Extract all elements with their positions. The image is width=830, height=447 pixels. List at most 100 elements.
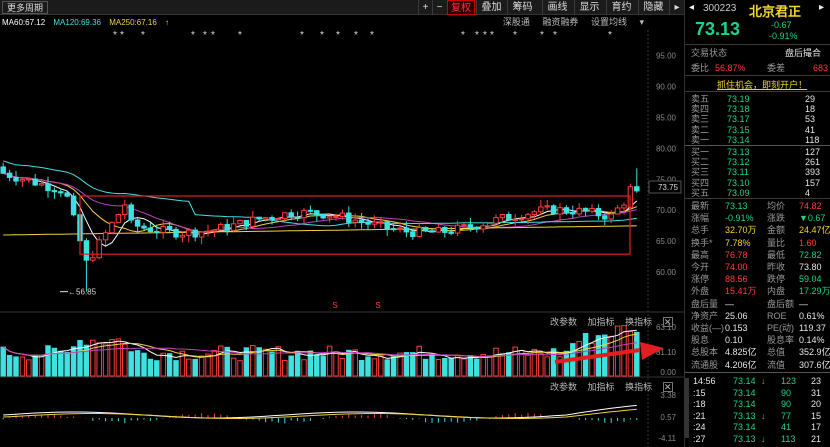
stat-value: —: [725, 298, 734, 309]
event-marker-icon: *: [120, 30, 124, 41]
kline-chart-area[interactable]: 更多周期 + − 复权 叠加 筹码 画线 显示 育约 隐藏 ▸ MA60:67.…: [0, 0, 684, 447]
volume-bar: [19, 356, 26, 377]
tick-price: 73.14: [733, 422, 756, 433]
volume-bar: [461, 358, 467, 377]
trade-status-value: 盘后撮合: [785, 48, 822, 58]
candle-body: [166, 225, 173, 230]
volume-bar: [288, 355, 294, 377]
stat-row: 股息 0.10 股息率 0.14%: [689, 334, 829, 346]
panel-left-arrow-icon[interactable]: ◂: [689, 2, 694, 13]
candle-body: [205, 230, 211, 233]
tick-price: 73.13: [733, 434, 756, 444]
tick-time: :15: [693, 387, 706, 398]
stat-value: 119.37: [799, 323, 826, 333]
event-marker-icon: *: [354, 30, 358, 41]
macd-dea-line: [3, 408, 637, 419]
volume-bar: [544, 356, 550, 377]
trade-status-row: 交易状态 盘后撮合: [689, 47, 829, 59]
candle-body: [397, 227, 403, 230]
stat-label: 跌停: [767, 274, 786, 285]
open-account-link[interactable]: 抓住机会，即刻开户！: [717, 78, 807, 91]
weibi-value: 56.87%: [715, 63, 746, 73]
volume-bar: [416, 345, 422, 377]
volume-bar: [435, 358, 442, 377]
candle-body: [454, 224, 461, 234]
macd-dif-line: [3, 404, 637, 419]
volume-bar: [122, 343, 128, 377]
candle-body: [230, 223, 237, 231]
stat-label: PE(动): [767, 323, 795, 333]
candle-body: [474, 226, 480, 230]
panel-right-arrow-icon[interactable]: ▸: [819, 2, 824, 13]
stat-label: 盘后额: [767, 298, 795, 309]
tick-count: 17: [811, 422, 822, 433]
volume-bar: [454, 355, 461, 377]
candle-body: [339, 212, 346, 217]
volume-bar: [128, 351, 134, 377]
divider: [685, 198, 830, 199]
candle-body: [147, 227, 154, 233]
event-marker-icon: *: [513, 30, 517, 41]
bid-row: 买五 73.09 4: [689, 187, 829, 199]
candle-body: [410, 231, 416, 237]
divider: [685, 91, 830, 92]
stat-row: 外盘 15.41万 内盘 17.29万: [689, 285, 830, 297]
tick-row: :27 73.13 ↓ 113 21: [689, 433, 829, 445]
macd-change-params-button[interactable]: 改参数: [550, 382, 577, 392]
volume-indicator-bar: 改参数 加指标 换指标 ✕: [542, 316, 673, 328]
vol-change-params-button[interactable]: 改参数: [550, 317, 577, 327]
price-change-pct: -0.91%: [769, 31, 798, 41]
volume-bar: [467, 355, 474, 377]
stat-value: 307.6亿: [799, 359, 830, 370]
event-marker-icon: *: [540, 30, 544, 41]
volume-bar: [320, 355, 326, 377]
candle-body: [96, 239, 102, 259]
candle-body: [70, 195, 77, 216]
macd-close-icon[interactable]: ✕: [662, 382, 673, 392]
volume-bar: [634, 331, 640, 377]
tick-price: 73.13: [733, 410, 756, 421]
event-marker-icon: *: [475, 30, 479, 41]
tick-time: 14:56: [693, 376, 716, 386]
volume-bar: [486, 355, 493, 377]
candle-body: [282, 212, 288, 220]
event-marker-icon: *: [113, 30, 117, 41]
candle-body: [403, 227, 410, 233]
macd-add-indicator-button[interactable]: 加指标: [588, 382, 615, 392]
stat-label: 换手*: [691, 237, 713, 248]
volume-bar: [77, 340, 83, 377]
stat-row: 涨幅 -0.91% 涨跌 ▼0.67: [689, 212, 829, 224]
candle-body: [179, 234, 186, 238]
stat-value: 4.206亿: [725, 359, 757, 370]
tick-volume: 41: [781, 422, 792, 433]
tick-time: :27: [693, 434, 706, 444]
candle-body: [525, 213, 531, 220]
candle-body: [38, 183, 45, 186]
stat-row: 最新 73.13 均价 74.82: [689, 200, 829, 212]
stat-label: 内盘: [767, 286, 786, 297]
candle-body: [90, 257, 96, 261]
divider: [685, 372, 830, 373]
stat-value: 4.825亿: [725, 347, 757, 358]
candle-body: [422, 227, 429, 232]
tick-arrow: ↓: [761, 376, 766, 386]
macd-axis-label: -4.11: [658, 434, 676, 443]
stat-label: 今开: [691, 262, 710, 272]
stat-value: 73.13: [725, 201, 748, 211]
stat-value: -0.91%: [725, 213, 754, 224]
volume-bar: [70, 346, 77, 377]
vol-add-indicator-button[interactable]: 加指标: [588, 317, 615, 327]
candle-body: [346, 212, 352, 223]
tick-row: :24 73.14 41 17: [689, 421, 829, 433]
candle-body: [570, 211, 576, 215]
candle-body: [173, 228, 179, 238]
vol-close-icon[interactable]: ✕: [662, 317, 673, 327]
volume-bar: [282, 359, 288, 377]
candle-body: [506, 213, 512, 221]
candle-body: [301, 209, 307, 219]
volume-bar: [493, 347, 499, 377]
tick-volume: 90: [781, 399, 792, 410]
volume-bar: [32, 354, 38, 377]
macd-switch-indicator-button[interactable]: 换指标: [625, 382, 652, 392]
vol-switch-indicator-button[interactable]: 换指标: [625, 317, 652, 327]
